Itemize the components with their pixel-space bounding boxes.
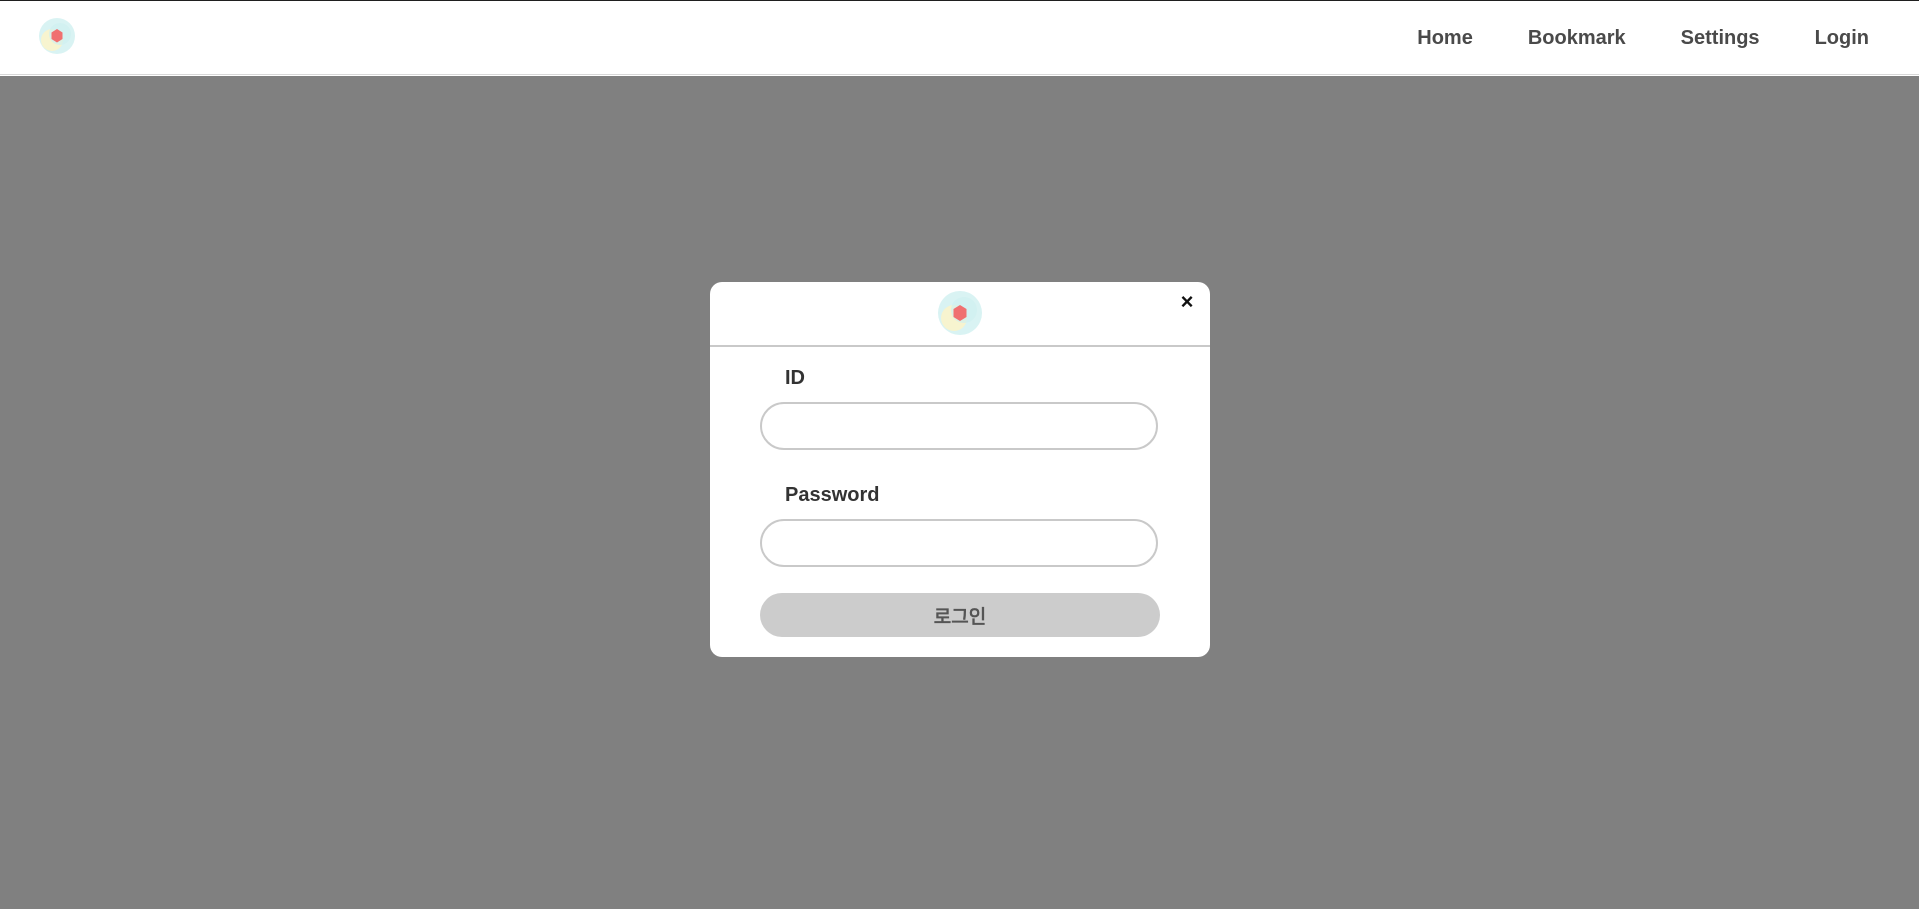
nav-login-link[interactable]: Login xyxy=(1815,27,1869,50)
nav-home-link[interactable]: Home xyxy=(1417,27,1473,50)
nav-settings-link[interactable]: Settings xyxy=(1681,27,1760,50)
login-modal: × ID Password 로그인 xyxy=(710,282,1210,657)
password-input[interactable] xyxy=(760,519,1158,567)
nav-bookmark-link[interactable]: Bookmark xyxy=(1528,27,1626,50)
main-nav: Home Bookmark Settings Login xyxy=(1417,1,1869,75)
login-submit-button[interactable]: 로그인 xyxy=(760,593,1160,637)
top-navbar: Home Bookmark Settings Login xyxy=(0,1,1919,75)
id-label: ID xyxy=(785,367,805,389)
id-input[interactable] xyxy=(760,402,1158,450)
modal-logo-icon xyxy=(937,290,983,336)
logo-icon[interactable] xyxy=(38,17,76,55)
modal-header: × xyxy=(710,282,1210,347)
close-icon[interactable]: × xyxy=(1176,291,1198,313)
password-label: Password xyxy=(785,484,880,506)
